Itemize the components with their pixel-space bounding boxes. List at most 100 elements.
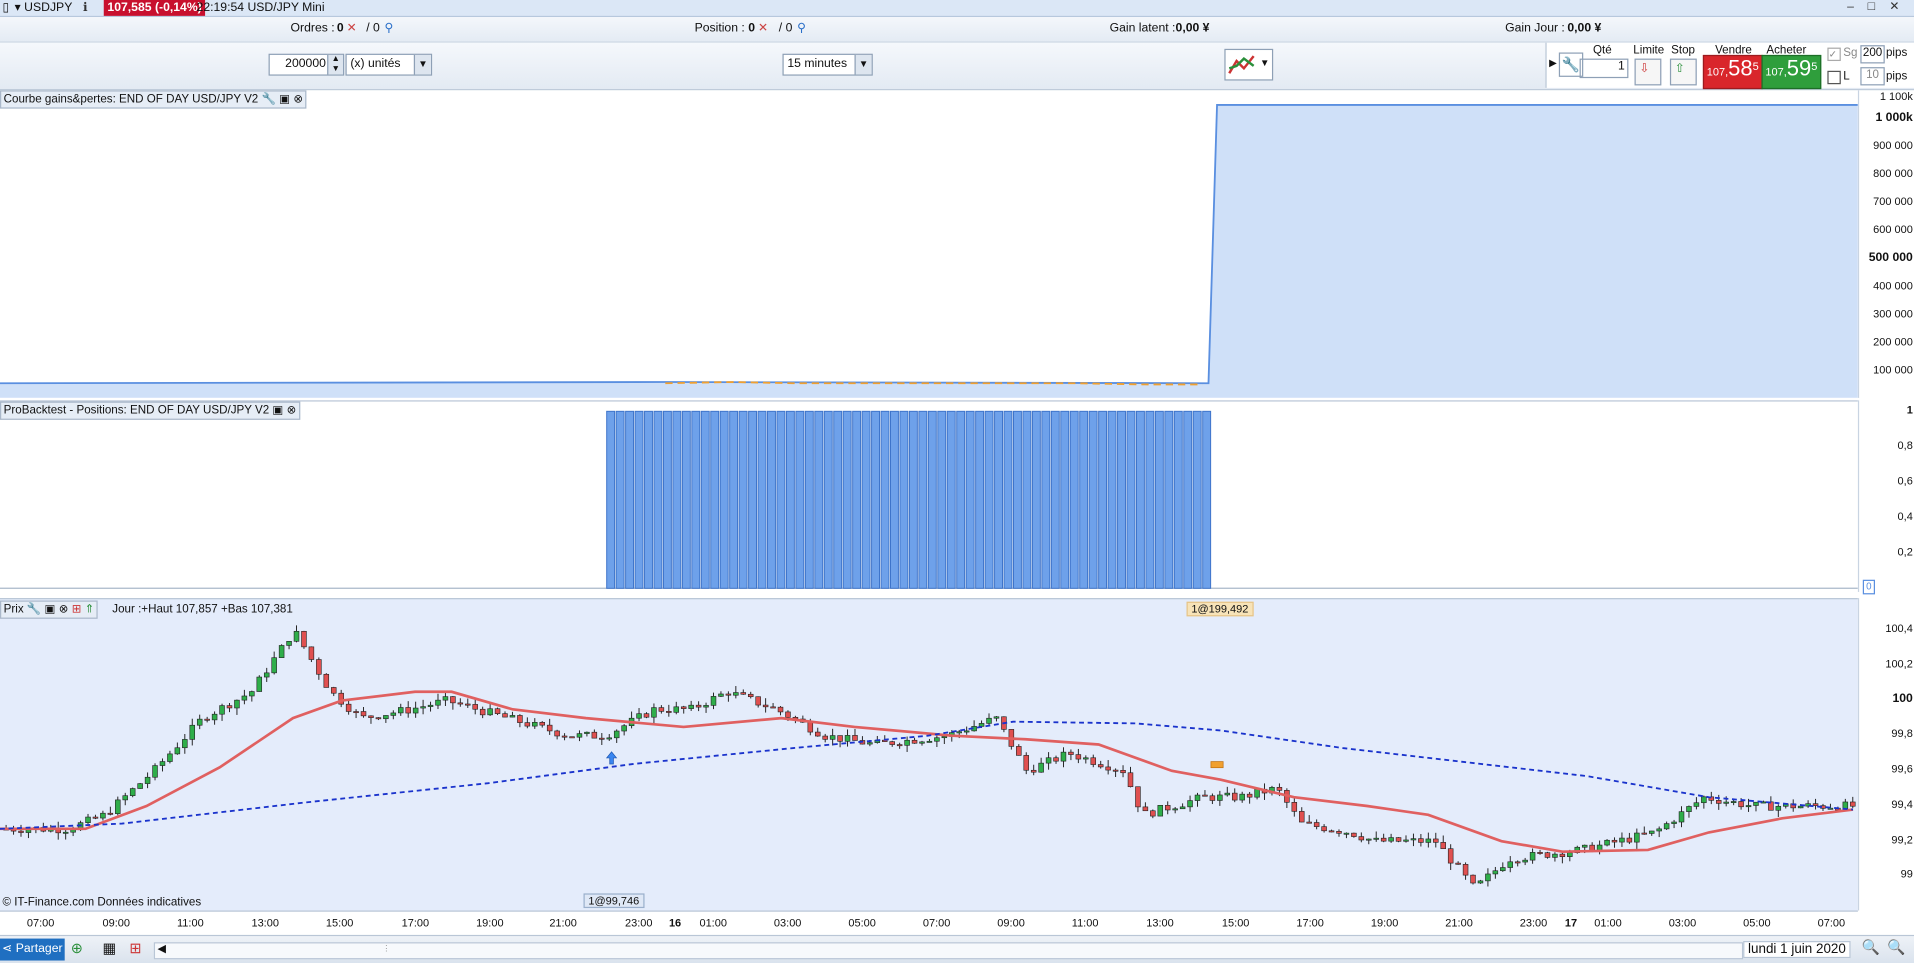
close-position-icon[interactable]: ✕ (758, 22, 768, 35)
position-bar (927, 410, 937, 589)
l-unit: pips (1885, 69, 1908, 83)
indicator-icon[interactable]: ⊕ (71, 940, 83, 957)
candle (234, 699, 240, 709)
buy-price-pips: 59 (1786, 56, 1812, 81)
candle (606, 737, 612, 740)
qty-label: Qté (1593, 43, 1612, 58)
position-bar (1098, 410, 1108, 589)
candle (703, 705, 709, 708)
candle (1723, 801, 1729, 804)
axis-label: 1 (1906, 403, 1913, 417)
candle (1276, 787, 1283, 791)
symbol-name: USDJPY (24, 1, 73, 15)
axis-label: 0,2 (1897, 545, 1913, 558)
zoom-in-icon[interactable]: 🔍 (1887, 939, 1905, 956)
limit-order-button[interactable]: ⇩ (1634, 58, 1662, 86)
position-bar (1079, 410, 1089, 589)
quantity-stepper[interactable]: 200000 ▲ ▼ (268, 53, 345, 76)
axis-label: 1 000k (1875, 111, 1913, 125)
positions-pane-title: ProBacktest - Positions: END OF DAY USD/… (3, 403, 270, 418)
position-bar (748, 410, 758, 589)
positions-pane[interactable]: ProBacktest - Positions: END OF DAY USD/… (0, 400, 1858, 594)
time-tick-label: 11:00 (1071, 916, 1099, 929)
scroll-thumb[interactable]: ⋮ (382, 943, 392, 958)
l-pips-input[interactable]: 10 (1860, 67, 1885, 86)
position-bar (691, 410, 701, 589)
orders-search-icon[interactable]: ⚲ (385, 22, 394, 35)
close-icon[interactable]: ⊗ (59, 603, 69, 616)
window-icon[interactable]: ▯ (2, 0, 9, 16)
position-bar (738, 410, 748, 589)
position-bar (937, 410, 947, 589)
wrench-icon[interactable]: 🔧 (27, 603, 41, 616)
candle (1291, 802, 1298, 812)
move-up-icon[interactable]: ⇑ (85, 603, 95, 616)
position-bar (653, 410, 663, 589)
candle (196, 718, 203, 726)
calculator-icon[interactable]: ▦ (103, 940, 117, 957)
sell-button[interactable]: 107,585 (1702, 54, 1763, 90)
chart-type-button[interactable]: ▼ (1224, 48, 1274, 81)
price-axis: 100,4 100,2 100 99,8 99,6 99,4 99,2 99 (1857, 598, 1914, 911)
scroll-left-icon[interactable]: ◀ (157, 942, 165, 955)
candle (844, 735, 851, 742)
equity-curve-pane[interactable]: Courbe gains&pertes: END OF DAY USD/JPY … (0, 90, 1858, 398)
candle (837, 735, 843, 742)
candle (1164, 805, 1171, 811)
sg-pips-input[interactable]: 200 (1860, 45, 1885, 64)
add-indicator-icon[interactable]: ⊞ (72, 603, 82, 616)
symbol-dropdown[interactable]: ▾ USDJPY (15, 0, 73, 16)
units-select[interactable]: (x) unités ▼ (345, 53, 433, 76)
position-bar (804, 410, 814, 589)
position-bar (956, 410, 966, 589)
candle (412, 707, 419, 714)
time-tick-label: 21:00 (549, 916, 577, 929)
candle (1343, 832, 1350, 835)
candle (584, 731, 590, 734)
exit-marker-label: 1@199,492 (1186, 601, 1254, 617)
window-icon[interactable]: ▣ (45, 603, 56, 616)
position-search-icon[interactable]: ⚲ (797, 22, 806, 35)
info-icon[interactable]: ℹ (83, 0, 88, 16)
candle (1425, 838, 1432, 843)
zoom-out-icon[interactable]: 🔍 (1862, 939, 1880, 956)
candle (1045, 757, 1052, 764)
candle (1418, 838, 1424, 843)
grid-icon[interactable]: ⊞ (129, 940, 141, 957)
l-checkbox[interactable] (1827, 70, 1841, 85)
position-bar (861, 410, 871, 589)
candle (241, 695, 248, 701)
candle (1231, 792, 1238, 801)
candle (182, 739, 188, 749)
candle (1738, 801, 1744, 808)
stepper-arrows-icon[interactable]: ▲ ▼ (327, 54, 344, 75)
window-icon[interactable]: ▣ (279, 93, 290, 106)
close-icon[interactable]: ⊗ (287, 404, 297, 417)
minimize-button[interactable]: – (1842, 0, 1859, 15)
time-scrollbar[interactable]: ◀ ⋮ (153, 942, 1744, 960)
timeframe-select[interactable]: 15 minutes ▼ (782, 53, 873, 76)
candle (1850, 801, 1856, 807)
axis-label: 99 (1900, 867, 1913, 880)
position-bar (890, 410, 899, 589)
window-icon[interactable]: ▣ (272, 404, 283, 417)
buy-button[interactable]: 107,595 (1761, 54, 1822, 90)
stop-order-button[interactable]: ⇧ (1669, 58, 1697, 86)
price-pane[interactable]: Prix 🔧 ▣ ⊗ ⊞ ⇑ Jour :+Haut 107,857 +Bas … (0, 598, 1858, 912)
sg-checkbox[interactable]: ✓ (1827, 47, 1841, 62)
equity-pane-header: Courbe gains&pertes: END OF DAY USD/JPY … (0, 90, 307, 109)
position-bar (710, 410, 720, 589)
wrench-icon[interactable]: 🔧 (261, 93, 275, 106)
collapse-arrow-icon[interactable]: ▶ (1549, 57, 1557, 68)
candle (1753, 801, 1759, 806)
candle (1142, 806, 1149, 812)
candle (532, 722, 538, 727)
close-button[interactable]: ✕ (1886, 0, 1903, 15)
share-button[interactable]: ⋖ Partager (0, 938, 65, 961)
qty-input[interactable]: 1 (1579, 58, 1629, 79)
cancel-orders-icon[interactable]: ✕ (347, 22, 357, 35)
close-icon[interactable]: ⊗ (293, 93, 303, 106)
position-bar (823, 410, 833, 589)
candle (465, 703, 471, 706)
maximize-button[interactable]: □ (1863, 0, 1880, 15)
